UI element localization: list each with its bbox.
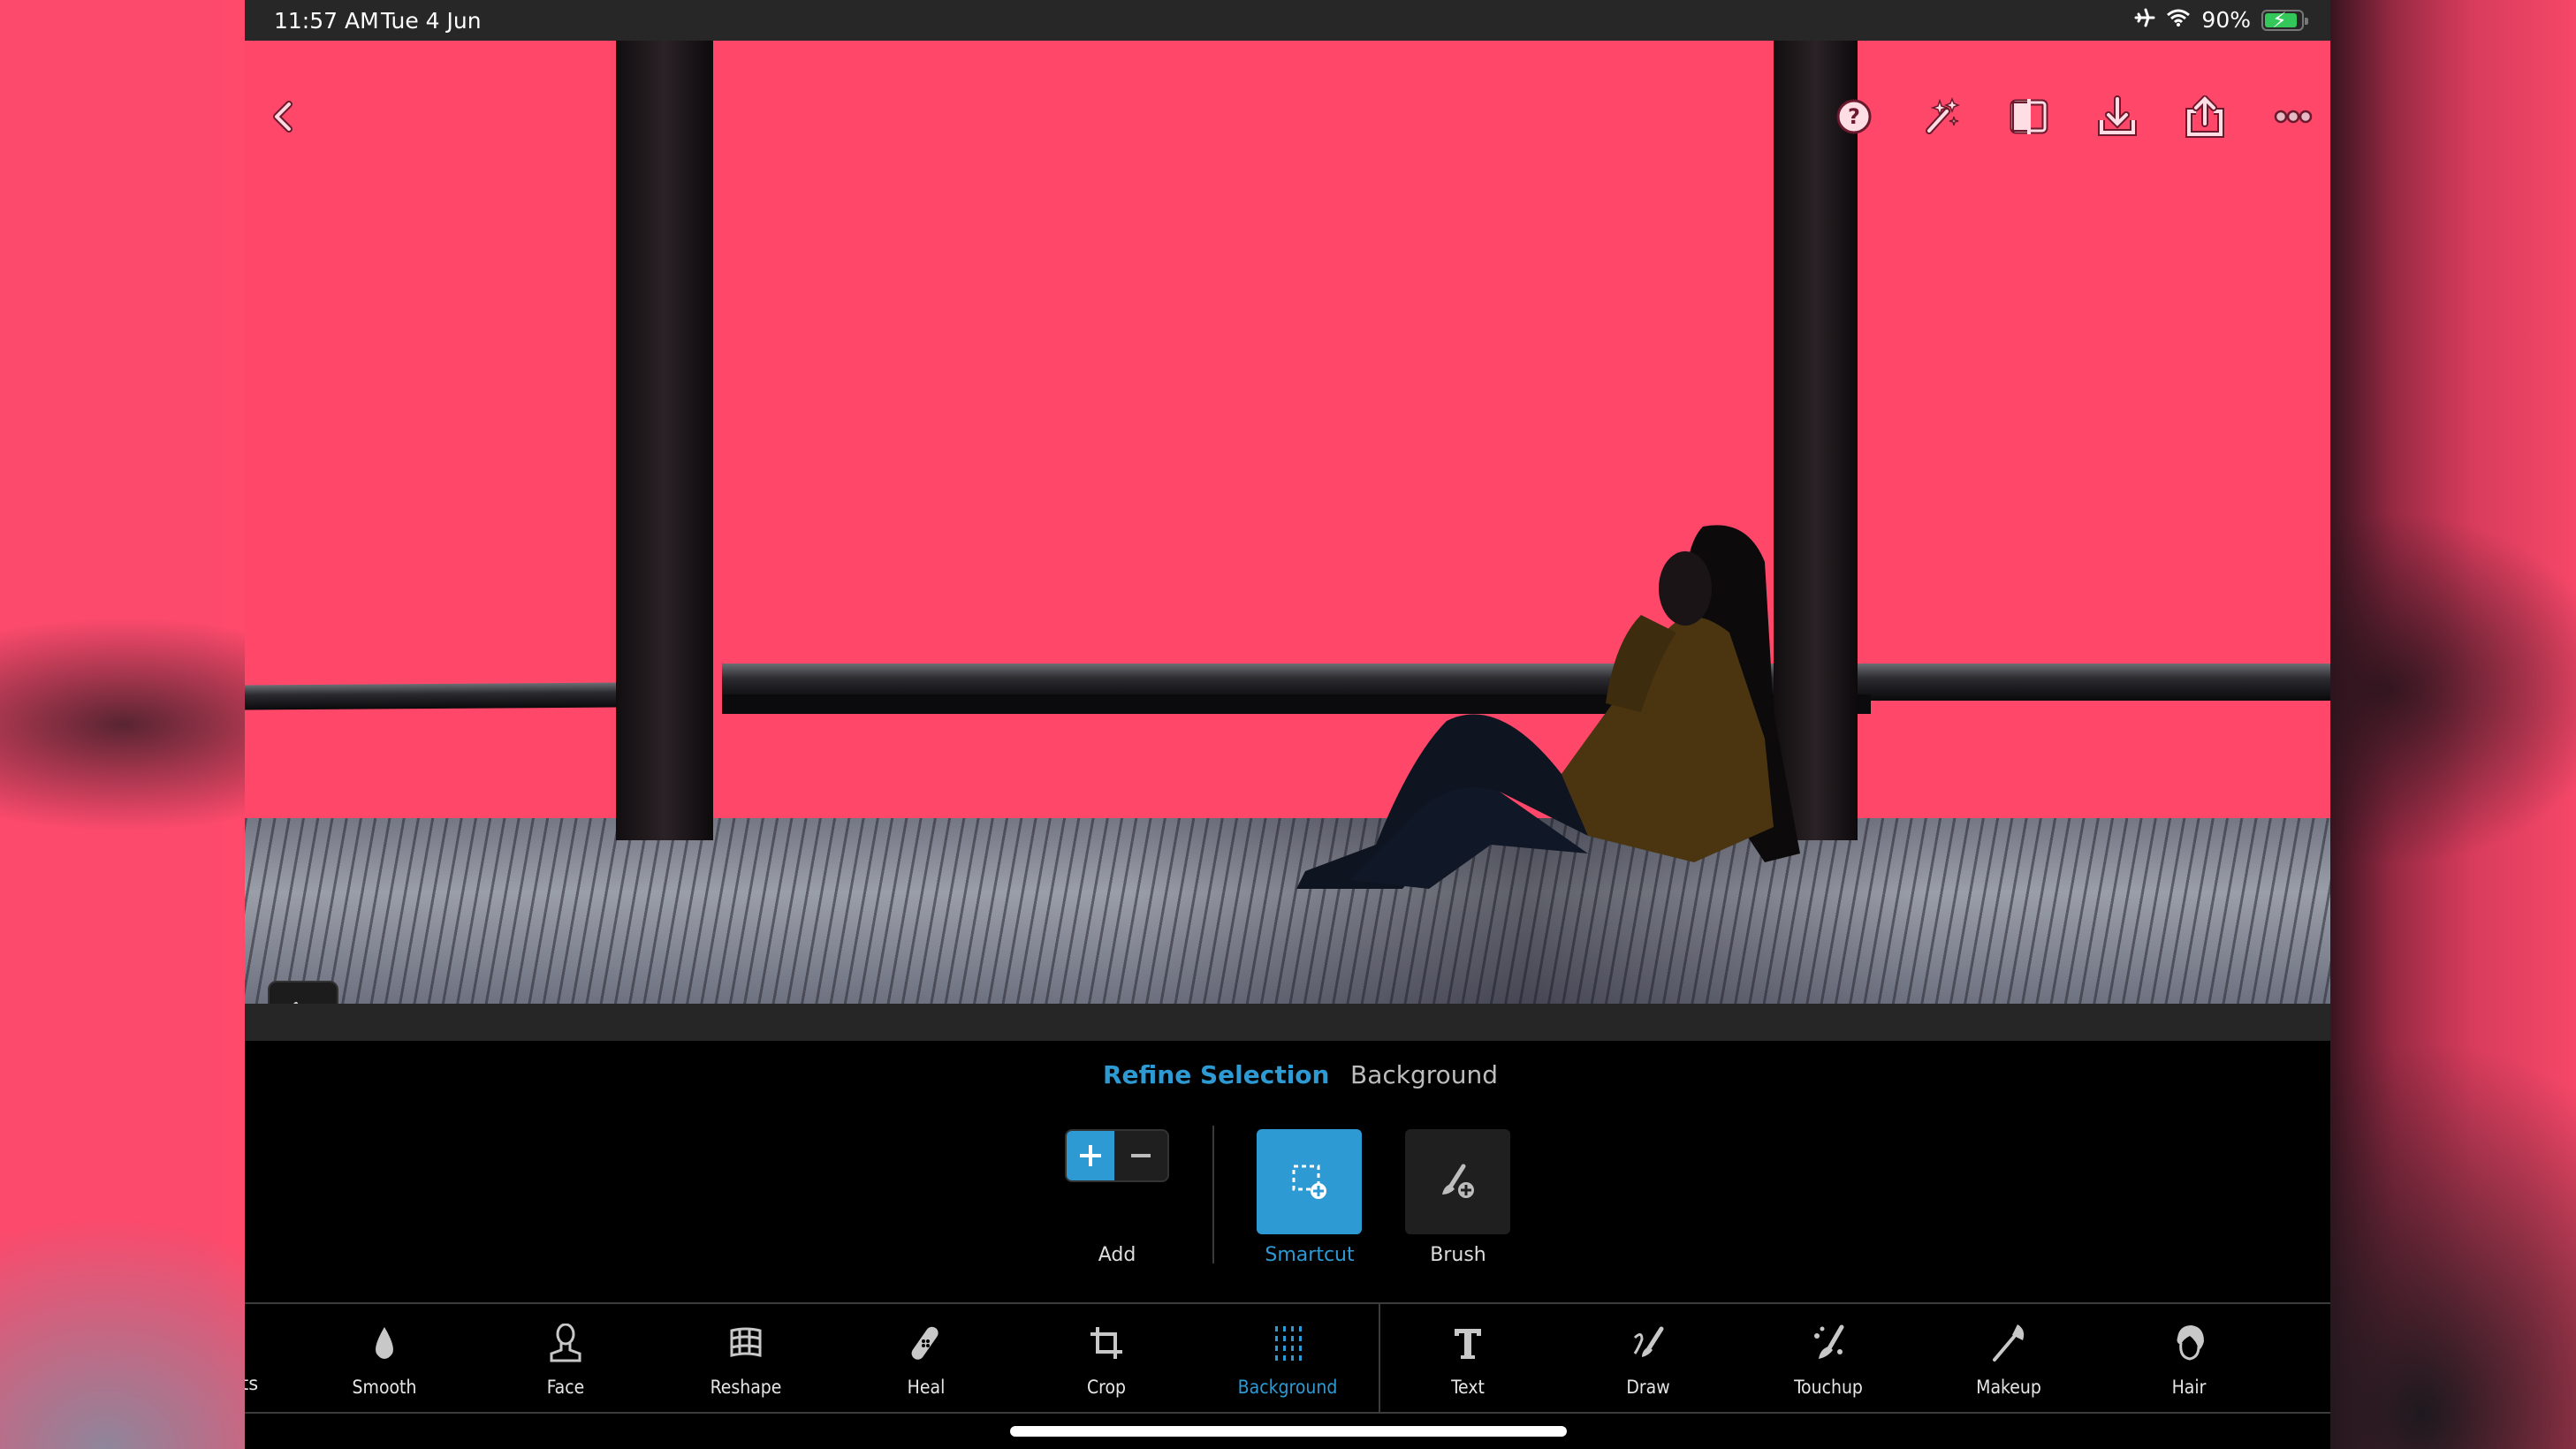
smartcut-button[interactable] — [1257, 1129, 1362, 1234]
toolbar-item-reshape[interactable]: Reshape — [666, 1322, 825, 1398]
toolbar-label: Hair — [2171, 1377, 2207, 1398]
airplane-icon — [2134, 7, 2155, 33]
add-mode-button[interactable] — [1067, 1131, 1114, 1180]
pillar-left — [616, 41, 713, 840]
toolbar-label: Text — [1451, 1377, 1485, 1398]
seated-person — [1296, 525, 1800, 889]
mode-label: Add — [1098, 1244, 1136, 1266]
toolbar-label: Draw — [1626, 1377, 1670, 1398]
toolbar-item-touchup[interactable]: Touchup — [1749, 1322, 1908, 1398]
bottom-panel: Refine Selection Background Add Smartcut… — [245, 1041, 2330, 1449]
smartcut-icon — [1292, 1165, 1326, 1199]
toolbar-label: Crop — [1086, 1377, 1127, 1398]
status-bar: 11:57 AM Tue 4 Jun 90% ⚡ — [245, 0, 2330, 41]
home-indicator[interactable] — [1010, 1426, 1567, 1437]
minus-icon — [1131, 1154, 1151, 1157]
makeup-brush-icon — [1993, 1324, 2025, 1362]
toolbar-label: Touchup — [1794, 1377, 1863, 1398]
wifi-icon — [2166, 7, 2191, 33]
toolbar-item-crop[interactable]: Crop — [1027, 1322, 1186, 1398]
grid-warp-icon — [730, 1327, 762, 1357]
toolbar-top-border — [245, 1302, 2330, 1304]
panel-divider — [1212, 1126, 1214, 1263]
hair-icon — [2177, 1325, 2204, 1361]
svg-text:?: ? — [1848, 104, 1860, 129]
toolbar-label: Makeup — [1976, 1377, 2041, 1398]
magic-wand-icon[interactable] — [1920, 95, 1963, 138]
railing — [245, 682, 617, 710]
toolbar-label: Face — [546, 1377, 585, 1398]
face-icon — [550, 1324, 581, 1362]
toolbar-item-hair[interactable]: Hair — [2109, 1322, 2268, 1398]
compare-icon[interactable] — [2008, 95, 2050, 138]
toolbar-divider — [1379, 1304, 1380, 1412]
brush-button[interactable] — [1405, 1129, 1510, 1234]
help-icon[interactable]: ? — [1833, 95, 1875, 138]
back-chevron-icon[interactable] — [262, 95, 305, 138]
tab-refine-selection[interactable]: Refine Selection — [1103, 1060, 1329, 1089]
bandage-icon — [911, 1326, 938, 1360]
add-subtract-toggle[interactable] — [1065, 1129, 1169, 1182]
status-date: Tue 4 Jun — [381, 8, 482, 34]
text-icon — [1455, 1329, 1481, 1359]
battery-percent: 90% — [2201, 7, 2251, 33]
more-icon[interactable] — [2272, 95, 2314, 138]
tab-background[interactable]: Background — [1350, 1060, 1498, 1089]
status-indicators: 90% ⚡ — [2134, 7, 2308, 33]
touchup-icon — [1814, 1324, 1844, 1359]
battery-charging-icon: ⚡ — [2261, 8, 2308, 33]
toolbar-label: Heal — [907, 1377, 946, 1398]
canvas-footer-strip — [245, 1004, 2330, 1041]
toolbar-item-smooth[interactable]: Smooth — [305, 1322, 464, 1398]
toolbar-item-heal[interactable]: Heal — [847, 1322, 1006, 1398]
app-screen: 11:57 AM Tue 4 Jun 90% ⚡ ? Refine Select… — [245, 0, 2330, 1449]
toolbar-item-draw[interactable]: Draw — [1569, 1322, 1728, 1398]
photo-canvas[interactable]: ? — [245, 41, 2330, 1004]
status-time: 11:57 AM — [274, 8, 379, 34]
subtract-mode-button[interactable] — [1114, 1131, 1167, 1180]
crop-icon — [1090, 1327, 1122, 1359]
toolbar-item-face[interactable]: Face — [486, 1322, 645, 1398]
share-icon[interactable] — [2184, 94, 2226, 138]
toolbar-item-makeup[interactable]: Makeup — [1929, 1322, 2088, 1398]
smartcut-label: Smartcut — [1265, 1244, 1355, 1266]
draw-icon — [1633, 1326, 1664, 1357]
download-icon[interactable] — [2096, 95, 2139, 138]
toolbar-label: Reshape — [710, 1377, 782, 1398]
undo-button[interactable] — [268, 981, 338, 1004]
toolbar-bottom-border — [245, 1412, 2330, 1414]
toolbar-item-text[interactable]: Text — [1388, 1322, 1547, 1398]
toolbar-item-partial[interactable]: ts — [245, 1373, 258, 1394]
plus-icon — [1080, 1145, 1101, 1166]
toolbar-label: Smooth — [352, 1377, 417, 1398]
brush-add-icon — [1441, 1164, 1474, 1198]
brush-label: Brush — [1430, 1244, 1486, 1266]
toolbar-item-background[interactable]: Background — [1208, 1322, 1367, 1398]
dots-grid-icon — [1275, 1326, 1302, 1361]
toolbar-label: Background — [1237, 1377, 1338, 1398]
drop-icon — [376, 1327, 393, 1359]
